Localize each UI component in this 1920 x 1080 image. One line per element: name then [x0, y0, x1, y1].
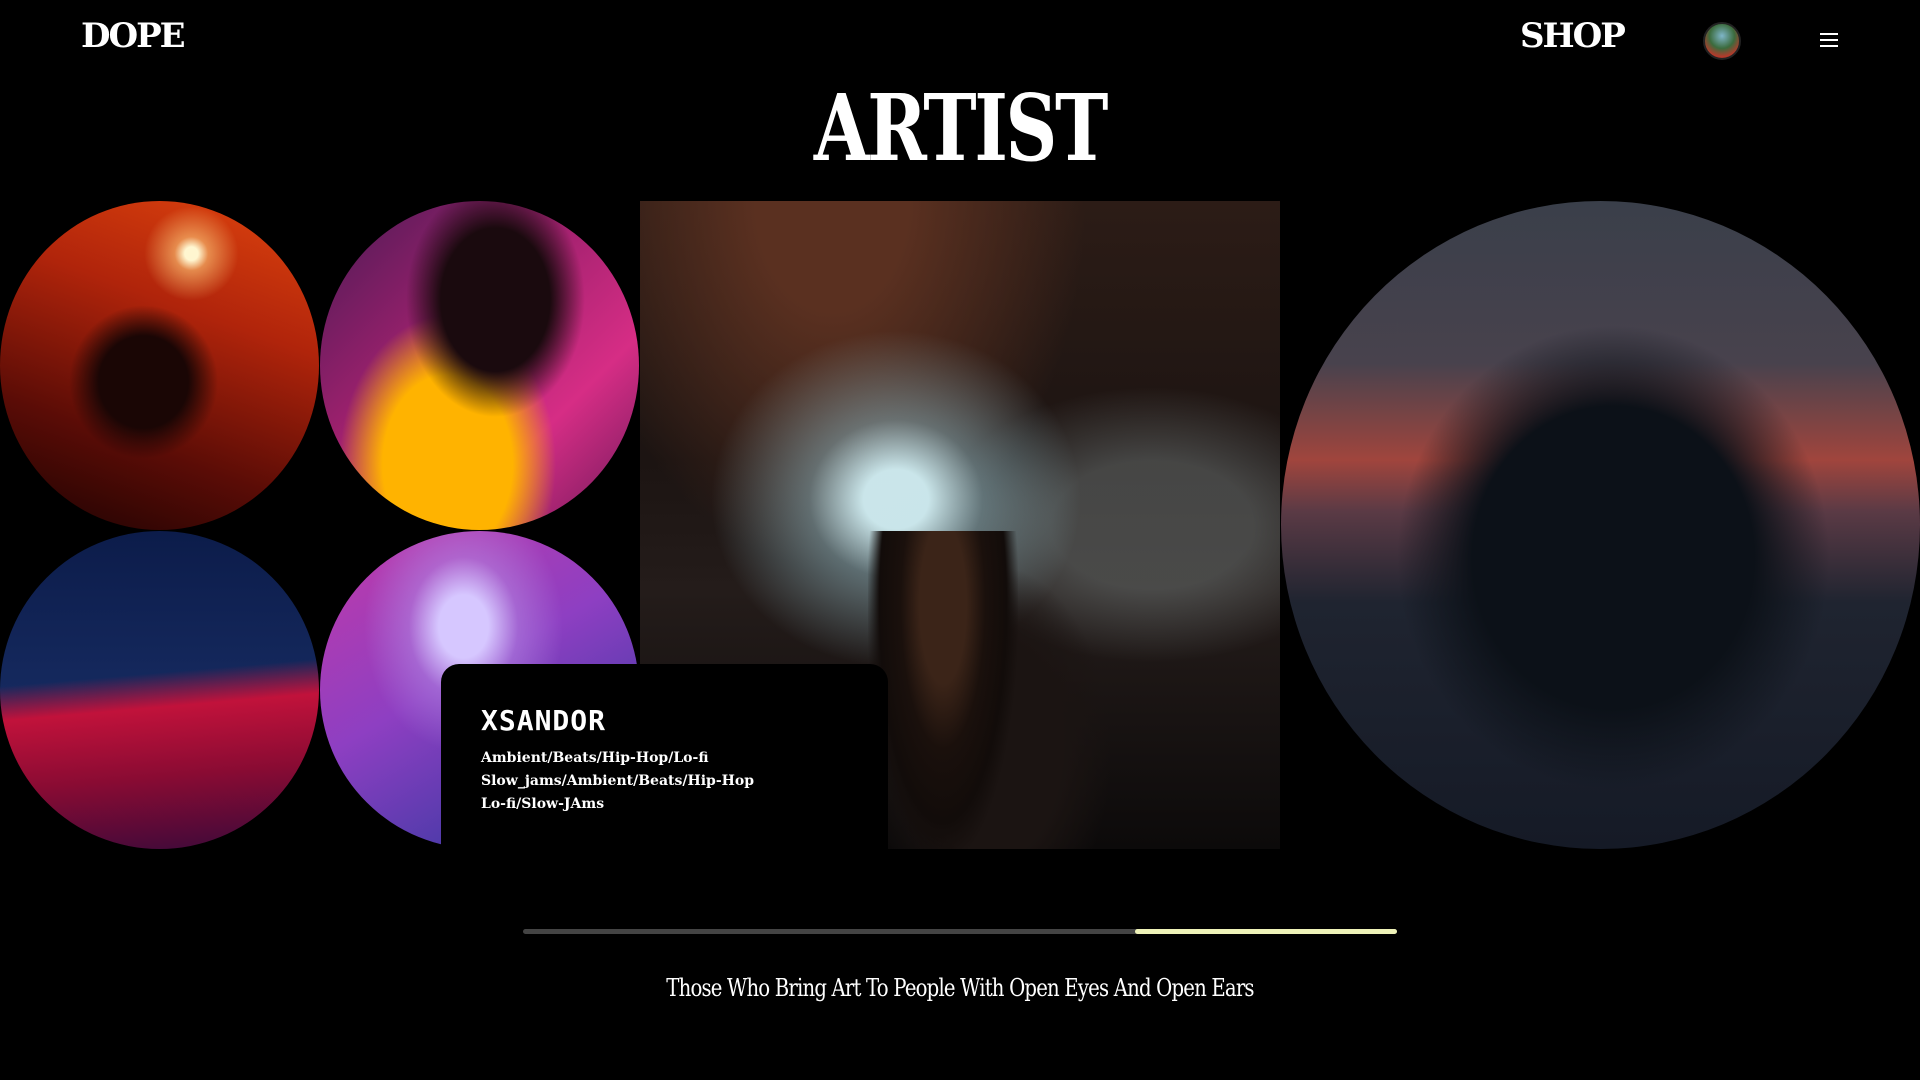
tagline: Those Who Bring Art To People With Open … [666, 974, 1254, 1002]
hamburger-menu-icon[interactable] [1820, 33, 1838, 47]
menu-line [1820, 45, 1838, 47]
genres-line: Ambient/Beats/Hip-Hop/Lo-fi [481, 750, 709, 766]
artist-thumbnail-wolf[interactable] [1281, 201, 1920, 849]
genres-line: Lo-fi/Slow-JAms [481, 796, 605, 812]
genres-line: Slow_jams/Ambient/Beats/Hip-Hop [481, 773, 754, 789]
carousel-progress-bar[interactable] [523, 929, 1397, 934]
artist-thumbnail-woman[interactable] [320, 201, 639, 530]
artist-genres: Ambient/Beats/Hip-Hop/Lo-fi Slow_jams/Am… [481, 747, 848, 816]
user-avatar[interactable] [1703, 22, 1741, 60]
artist-info-card[interactable]: XSANDOR Ambient/Beats/Hip-Hop/Lo-fi Slow… [441, 664, 888, 849]
artist-figure [868, 531, 1018, 849]
page-title: ARTIST [813, 74, 1109, 182]
artist-name: XSANDOR [481, 704, 607, 737]
artist-thumbnail-mountains[interactable] [0, 531, 319, 849]
artist-thumbnail-dj[interactable] [0, 201, 319, 530]
carousel-progress-fill [1134, 929, 1397, 934]
menu-line [1820, 39, 1838, 41]
logo[interactable]: DOPE [81, 16, 186, 56]
shop-link[interactable]: SHOP [1520, 16, 1626, 56]
menu-line [1820, 33, 1838, 35]
artist-page: DOPE SHOP ARTIST XSANDOR Ambient/Beats/H… [0, 0, 1920, 1080]
